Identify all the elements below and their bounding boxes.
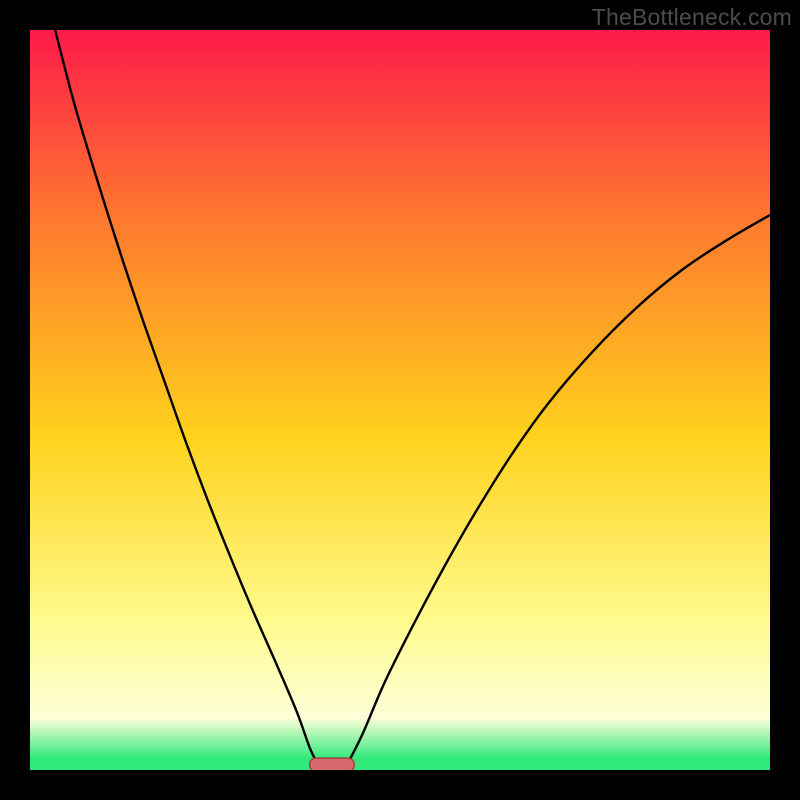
gradient-background	[30, 30, 770, 770]
plot-area	[30, 30, 770, 770]
chart-frame: TheBottleneck.com	[0, 0, 800, 800]
bottleneck-marker	[310, 758, 354, 770]
watermark-text: TheBottleneck.com	[592, 4, 792, 31]
chart-svg	[30, 30, 770, 770]
